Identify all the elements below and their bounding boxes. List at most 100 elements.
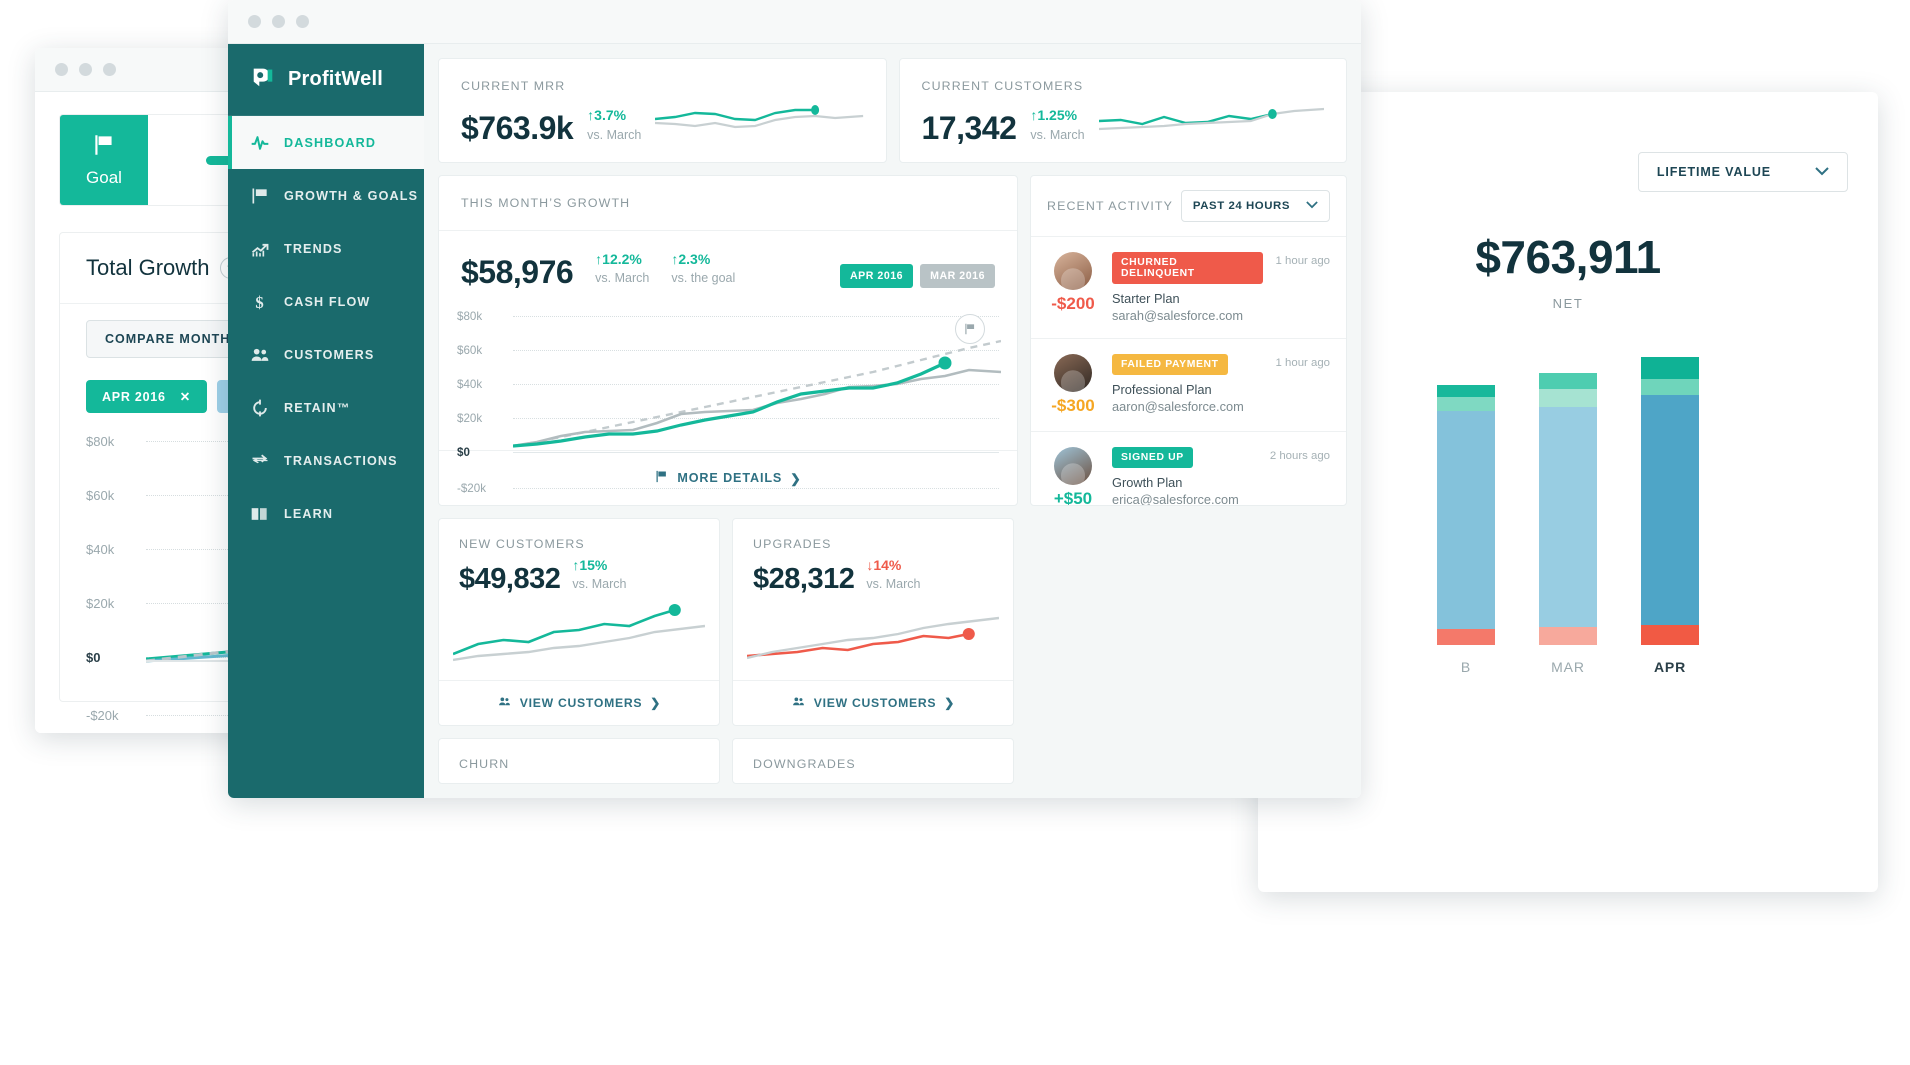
chevron-down-icon [1306,200,1318,212]
sidebar-item-label: TRENDS [284,241,343,256]
series-april-endpoint [938,356,952,370]
close-icon[interactable]: ✕ [180,389,191,404]
y-tick-label: $80k [86,434,115,449]
window-minimize-dot[interactable] [79,63,92,76]
growth-delta-goal-pct: 2.3% [678,251,711,267]
metric-sparkline-mrr [655,99,864,144]
month-toggle-apr[interactable]: APR 2016 [839,263,914,288]
y-tick-label: $20k [86,596,115,611]
book-icon [250,504,270,524]
sidebar-item-growth-goals[interactable]: GROWTH & GOALS [228,169,424,222]
window-maximize-dot[interactable] [296,15,309,28]
brand[interactable]: ProfitWell [228,44,424,116]
view-customers-label: VIEW CUSTOMERS [519,696,643,710]
growth-chart: $80k $60k $40k $20k $0 -$20k [457,304,1001,495]
activity-amount: -$200 [1051,294,1095,313]
metric-delta: ↑1.25% vs. March [1030,107,1084,144]
growth-delta-month-value: ↑12.2% [595,251,642,267]
month-toggle-mar[interactable]: MAR 2016 [920,263,995,288]
y-tick-label: -$20k [457,481,487,495]
sidebar-item-learn[interactable]: LEARN [228,487,424,540]
bar-segment-upgrade [1641,357,1699,379]
growth-chart-lines [513,339,1001,448]
top-metrics-row: CURRENT MRR $763.9k ↑3.7% vs. March CURR… [438,58,1347,163]
minicard-delta-pct: 14% [873,557,902,573]
activity-row[interactable]: -$300 FAILED PAYMENT Professional Plan a… [1031,339,1346,432]
dollar-icon: $ [250,292,270,312]
activity-timestamp: 1 hour ago [1275,357,1330,369]
sidebar-item-trends[interactable]: TRENDS [228,222,424,275]
activity-plan: Growth Plan [1112,475,1183,490]
view-customers-link-upgrades[interactable]: VIEW CUSTOMERS ❯ [733,680,1013,725]
activity-email: sarah@salesforce.com [1112,308,1244,323]
bar-x-label: B [1460,659,1472,675]
bar-x-label: APR [1653,659,1687,675]
activity-timerange-select[interactable]: PAST 24 HOURS [1180,190,1330,222]
activity-details: CHURNED DELINQUENT Starter Plan sarah@sa… [1112,252,1263,323]
mid-row: THIS MONTH’S GROWTH $58,976 ↑12.2% vs. M… [438,175,1347,506]
growth-delta-month-sub: vs. March [595,271,650,286]
minicard-caption: UPGRADES [753,537,832,551]
lifetime-value-select[interactable]: LIFETIME VALUE [1637,152,1848,192]
month-chip-apr-label: APR 2016 [102,389,166,404]
metric-delta-value: ↑1.25% [1030,107,1077,123]
growth-kpis: $58,976 ↑12.2% vs. March ↑2.3% vs. the g… [439,231,1017,294]
bar-column [1437,385,1495,645]
month-chip-apr[interactable]: APR 2016 ✕ [86,380,207,413]
minicard-delta: ↑15% vs. March [572,557,626,594]
avatar [1054,252,1092,290]
sidebar-item-label: LEARN [284,506,334,521]
bar-segment-upgrade [1437,385,1495,397]
bar-column [1641,357,1699,645]
minicard-delta-value: ↑15% [572,557,607,573]
window-maximize-dot[interactable] [103,63,116,76]
activity-timestamp: 1 hour ago [1275,255,1330,267]
growth-delta-month-pct: 12.2% [602,251,642,267]
window-minimize-dot[interactable] [272,15,285,28]
y-tick-label: $20k [457,411,483,425]
y-tick-label: $60k [457,343,483,357]
sidebar-item-customers[interactable]: CUSTOMERS [228,328,424,381]
chevron-right-icon: ❯ [650,696,662,710]
goal-tile[interactable]: Goal [60,115,148,205]
sidebar-item-retain[interactable]: RETAIN™ [228,381,424,434]
minicard-delta-sub: vs. March [866,577,921,592]
people-icon [250,345,270,365]
activity-timestamp: 2 hours ago [1269,450,1330,462]
bar-segment-existing [1437,411,1495,629]
bottom-cards-row: NEW CUSTOMERS $49,832 ↑15% vs. March VIE… [438,518,1347,726]
sidebar-item-label: GROWTH & GOALS [284,188,419,203]
sidebar-item-dashboard[interactable]: DASHBOARD [228,116,424,169]
activity-row[interactable]: -$200 CHURNED DELINQUENT Starter Plan sa… [1031,237,1346,339]
view-customers-link-new[interactable]: VIEW CUSTOMERS ❯ [439,680,719,725]
minicard-delta-value: ↓14% [866,557,901,573]
bar-segment-upgrade [1539,373,1597,389]
people-icon [497,695,512,711]
profitwell-logo-icon [250,64,276,95]
minicard-delta-sub: vs. March [572,577,627,592]
sidebar-item-transactions[interactable]: TRANSACTIONS [228,434,424,487]
activity-row[interactable]: +$50 SIGNED UP Growth Plan erica@salesfo… [1031,432,1346,505]
status-badge: FAILED PAYMENT [1112,354,1228,375]
activity-plan: Starter Plan [1112,291,1180,306]
window-close-dot[interactable] [55,63,68,76]
sidebar-item-cash-flow[interactable]: $ CASH FLOW [228,275,424,328]
lifetime-value-label: LIFETIME VALUE [1656,165,1771,179]
window-close-dot[interactable] [248,15,261,28]
growth-card: THIS MONTH’S GROWTH $58,976 ↑12.2% vs. M… [438,175,1018,506]
bar-segment-new [1437,397,1495,411]
bar-segment-churn [1437,629,1495,645]
total-growth-title-text: Total Growth [86,255,210,280]
minicard-value: $28,312 [753,562,855,595]
card-downgrades: DOWNGRADES [732,738,1014,784]
recent-activity-header: RECENT ACTIVITY PAST 24 HOURS [1031,176,1346,237]
goal-flag-marker[interactable] [955,313,985,344]
chevron-right-icon: ❯ [944,696,956,710]
goal-tile-label: Goal [86,168,122,187]
activity-details: FAILED PAYMENT Professional Plan aaron@s… [1112,354,1263,416]
minicard-sparkline-upgrades [733,594,1013,680]
metric-card-current-mrr: CURRENT MRR $763.9k ↑3.7% vs. March [438,58,887,163]
window-titlebar-main [228,0,1361,44]
activity-amount: +$50 [1053,489,1093,505]
bar-segment-existing [1641,395,1699,625]
